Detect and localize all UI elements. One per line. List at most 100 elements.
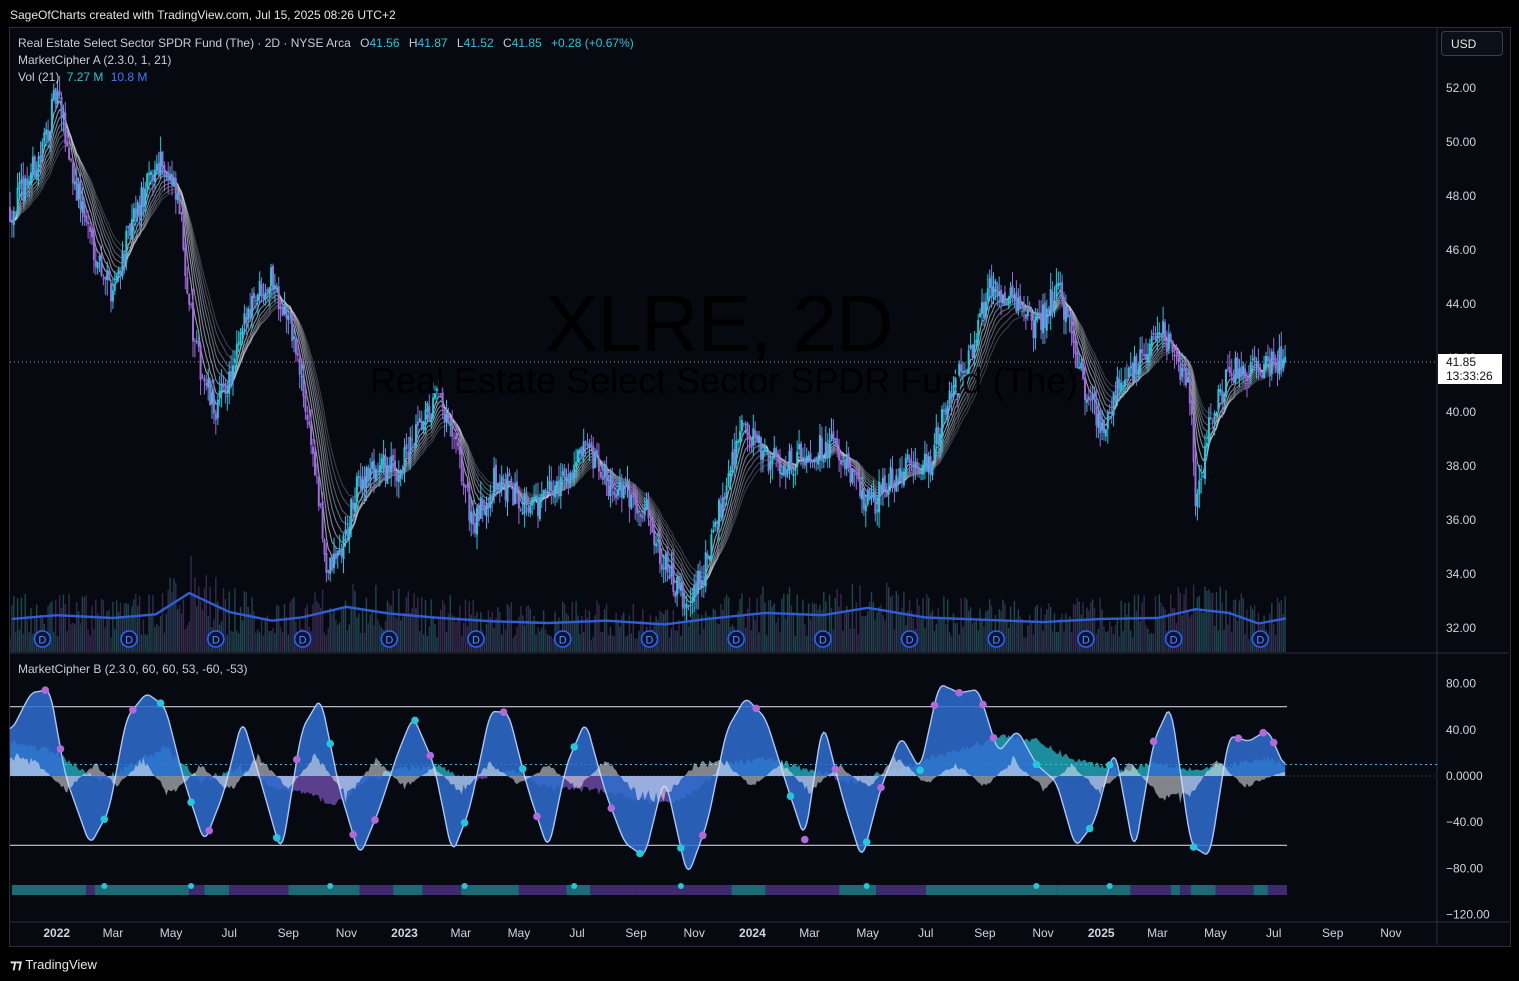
buy-dot	[1189, 843, 1198, 851]
volume-bar	[659, 610, 661, 652]
signal-bar-segment	[590, 885, 637, 895]
volume-bar	[268, 631, 270, 652]
candle	[742, 422, 745, 428]
candle	[687, 604, 690, 611]
candle	[1099, 406, 1102, 447]
candle	[706, 550, 709, 568]
candle	[1169, 331, 1172, 343]
candle	[1036, 308, 1039, 323]
volume-bar	[1210, 593, 1212, 652]
volume-bar	[922, 598, 924, 652]
dividend-marker: D	[553, 630, 572, 648]
candle	[824, 426, 827, 463]
volume-bar	[1120, 600, 1122, 652]
candle	[33, 154, 36, 180]
tradingview-logo[interactable]: ⁊⁊ TradingView	[10, 957, 97, 973]
volume-bar	[142, 619, 145, 652]
candle	[676, 571, 679, 607]
volume-bar	[1013, 600, 1016, 652]
candle	[826, 432, 829, 468]
candle	[1019, 283, 1022, 311]
dividend-label: D	[1170, 635, 1178, 647]
volume-bar	[91, 606, 93, 652]
candle	[273, 273, 276, 303]
legend-vol-value: 7.27 M	[66, 70, 104, 84]
candle	[740, 414, 743, 442]
candle	[127, 225, 130, 240]
sell-dot	[499, 708, 508, 716]
volume-bar	[874, 619, 876, 652]
volume-bar	[325, 635, 328, 652]
price-tick-label: 44.00	[1446, 297, 1476, 311]
legend-close-label: C	[502, 36, 512, 50]
candle	[1152, 325, 1155, 340]
candle	[489, 484, 492, 517]
candle	[803, 443, 806, 470]
candle	[226, 380, 229, 411]
volume-bar	[346, 630, 349, 652]
last-price-countdown: 13:33:26	[1446, 369, 1493, 383]
currency-button[interactable]: USD	[1441, 31, 1503, 56]
volume-bar	[1208, 589, 1210, 652]
buy-dot	[916, 766, 924, 774]
volume-bar	[1191, 614, 1193, 652]
volume-bar	[1244, 633, 1246, 652]
sell-dot	[877, 783, 885, 792]
candle	[537, 482, 539, 529]
volume-bar	[348, 624, 350, 652]
volume-bar	[285, 617, 288, 652]
volume-bar	[1034, 607, 1037, 652]
candle	[702, 565, 705, 598]
candle	[597, 443, 600, 481]
volume-bar	[1133, 595, 1136, 652]
candle	[115, 273, 118, 284]
candle	[1124, 367, 1126, 392]
volume-bar	[1126, 614, 1128, 652]
legend-row-volume[interactable]: Vol (21) 7.27 M 10.8 M	[18, 70, 147, 84]
volume-bar	[180, 613, 183, 652]
volume-bar	[966, 599, 968, 652]
legend-indicator-a[interactable]: MarketCipher A (2.3.0, 1, 21)	[18, 53, 171, 67]
volume-bar	[543, 610, 545, 652]
volume-bar	[1229, 610, 1231, 652]
candle	[1272, 337, 1275, 365]
volume-bar	[918, 605, 920, 652]
volume-bar	[327, 627, 329, 652]
volume-bar	[291, 598, 293, 652]
volume-bar	[766, 635, 768, 652]
volume-bar	[832, 629, 835, 652]
volume-bar	[178, 604, 181, 652]
time-tick-label: May	[160, 926, 183, 940]
dividend-label: D	[559, 635, 567, 647]
volume-bar	[928, 597, 930, 652]
volume-bar	[1055, 631, 1058, 652]
candle	[476, 505, 478, 550]
price-tick-label: 50.00	[1446, 135, 1476, 149]
volume-bar	[241, 620, 244, 652]
volume-bar	[148, 594, 150, 652]
volume-bar	[1189, 617, 1191, 652]
volume-bar	[981, 619, 983, 652]
volume-bar	[611, 635, 613, 652]
candle	[567, 463, 570, 495]
volume-bar	[312, 604, 314, 652]
volume-bar	[224, 598, 227, 652]
volume-bar	[1160, 602, 1162, 652]
volume-bar	[417, 597, 419, 652]
candle	[878, 469, 881, 528]
volume-bar	[171, 592, 173, 652]
candle	[386, 457, 389, 484]
volume-bar	[714, 610, 716, 652]
volume-bar	[1151, 632, 1153, 652]
volume-bar	[775, 622, 777, 652]
chart-canvas[interactable]: D D D D D D D D D D D D D D D 52.00 50.00 48.00 46.00 44.0…	[0, 0, 1519, 981]
legend-row-price[interactable]: Real Estate Select Sector SPDR Fund (The…	[18, 36, 634, 50]
legend-indicator-b[interactable]: MarketCipher B (2.3.0, 60, 60, 53, -60, …	[18, 662, 247, 676]
volume-bar	[270, 630, 272, 652]
signal-bar-segment	[839, 885, 877, 895]
candle	[1200, 465, 1203, 494]
candle	[792, 466, 795, 489]
volume-bar	[262, 635, 265, 652]
candle	[674, 590, 677, 604]
candle	[1194, 447, 1197, 517]
